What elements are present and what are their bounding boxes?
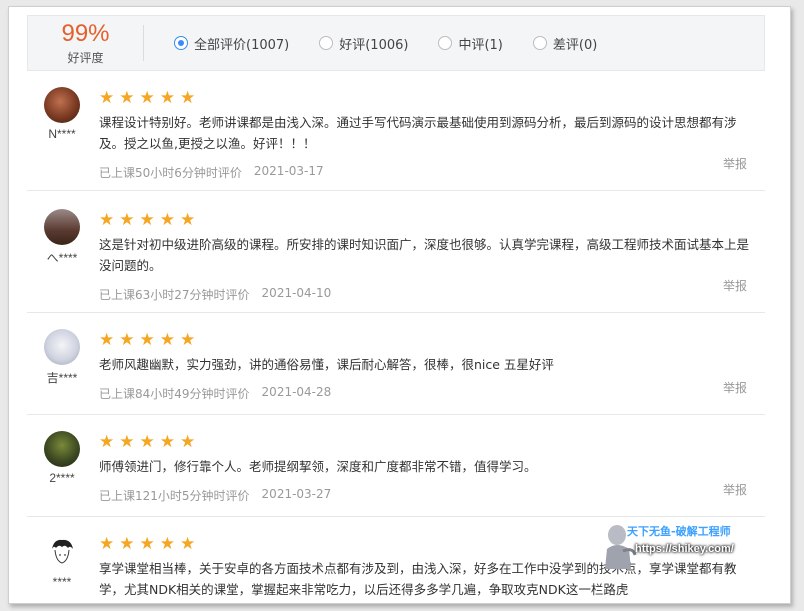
review-panel: 99% 好评度 全部评价(1007) 好评(1006) 中评(1) 差评(0) [8, 6, 791, 604]
star-icon: ★ [99, 432, 115, 452]
review-text: 这是针对初中级进阶高级的课程。所安排的课时知识面广，深度也很够。认真学完课程，高… [99, 237, 750, 273]
star-icon: ★ [180, 88, 196, 108]
study-time: 已上课50小时6分钟时评价 [99, 166, 242, 180]
review-filters: 全部评价(1007) 好评(1006) 中评(1) 差评(0) [174, 34, 627, 53]
review-text: 课程设计特别好。老师讲课都是由浅入深。通过手写代码演示最基础使用到源码分析，最后… [99, 115, 737, 151]
radio-icon[interactable] [319, 36, 334, 50]
rating-score: 99% 好评度 [28, 19, 143, 66]
radio-icon[interactable] [438, 36, 453, 50]
filter-neutral[interactable]: 中评(1) [438, 34, 503, 53]
star-icon: ★ [159, 210, 175, 230]
review-text: 师傅领进门，修行靠个人。老师提纲挈领，深度和广度都非常不错，值得学习。 [99, 459, 537, 474]
star-icon: ★ [159, 88, 175, 108]
star-icon: ★ [180, 210, 196, 230]
review-item: 吉**** ★ ★ ★ ★ ★ 老师风趣幽默，实力强劲，讲的通俗易懂，课后耐心解答，很棒… [27, 313, 765, 415]
username: へ**** [46, 251, 78, 265]
star-icon: ★ [159, 432, 175, 452]
star-rating: ★ ★ ★ ★ ★ [99, 331, 749, 349]
star-icon: ★ [180, 534, 196, 554]
filter-label: 差评(0) [552, 37, 598, 53]
username: 2**** [49, 471, 75, 485]
review-date: 2021-04-28 [261, 385, 332, 399]
rating-percent: 99% [61, 19, 110, 47]
review-meta: 已上课84小时49分钟时评价 2021-04-28 [99, 385, 749, 402]
star-icon: ★ [159, 330, 175, 350]
star-rating: ★ ★ ★ ★ ★ [99, 89, 749, 107]
username: 吉**** [46, 371, 78, 385]
review-content: ★ ★ ★ ★ ★ 课程设计特别好。老师讲课都是由浅入深。通过手写代码演示最基础使用到源… [99, 89, 749, 181]
rating-summary-bar: 99% 好评度 全部评价(1007) 好评(1006) 中评(1) 差评(0) [27, 15, 765, 71]
star-icon: ★ [180, 432, 196, 452]
review-item: へ**** ★ ★ ★ ★ ★ 这是针对初中级进阶高级的课程。所安排的课时知识面广，深度… [27, 191, 765, 313]
filter-label: 全部评价(1007) [194, 37, 290, 53]
report-link[interactable]: 举报 [723, 379, 747, 396]
star-icon: ★ [139, 88, 155, 108]
report-link[interactable]: 举报 [723, 155, 747, 172]
reviewer: 吉**** [27, 329, 97, 386]
review-content: ★ ★ ★ ★ ★ 老师风趣幽默，实力强劲，讲的通俗易懂，课后耐心解答，很棒，很nice… [99, 331, 749, 402]
filter-label: 好评(1006) [339, 37, 409, 53]
star-icon: ★ [139, 330, 155, 350]
star-rating: ★ ★ ★ ★ ★ [99, 433, 749, 451]
report-link[interactable]: 举报 [723, 481, 747, 498]
divider [143, 25, 144, 61]
rating-label: 好评度 [67, 50, 104, 65]
star-icon: ★ [119, 210, 135, 230]
review-meta: 已上课121小时5分钟时评价 2021-03-27 [99, 487, 749, 504]
sketch-avatar-icon [52, 539, 73, 564]
star-icon: ★ [159, 534, 175, 554]
star-icon: ★ [139, 432, 155, 452]
username: N**** [48, 127, 76, 141]
report-link[interactable]: 举报 [723, 277, 747, 294]
star-icon: ★ [139, 534, 155, 554]
filter-positive[interactable]: 好评(1006) [319, 34, 408, 53]
avatar[interactable] [44, 329, 80, 365]
star-icon: ★ [119, 88, 135, 108]
star-icon: ★ [119, 534, 135, 554]
watermark: 天下无鱼-破解工程师 https://shikey.com/ [601, 519, 771, 575]
star-icon: ★ [139, 210, 155, 230]
avatar[interactable] [44, 535, 80, 571]
reviewer: N**** [27, 87, 97, 141]
study-time: 已上课84小时49分钟时评价 [99, 387, 250, 401]
review-content: ★ ★ ★ ★ ★ 这是针对初中级进阶高级的课程。所安排的课时知识面广，深度也很够。认真… [99, 211, 749, 303]
star-icon: ★ [119, 432, 135, 452]
review-item: N**** ★ ★ ★ ★ ★ 课程设计特别好。老师讲课都是由浅入深。通过手写代码演示最… [27, 77, 765, 191]
star-icon: ★ [99, 534, 115, 554]
star-icon: ★ [99, 88, 115, 108]
reviewer: **** [27, 535, 97, 589]
star-icon: ★ [180, 330, 196, 350]
username: **** [52, 575, 72, 589]
watermark-title: 天下无鱼-破解工程师 [627, 525, 731, 538]
review-text: 老师风趣幽默，实力强劲，讲的通俗易懂，课后耐心解答，很棒，很nice 五星好评 [99, 357, 554, 372]
review-date: 2021-03-17 [253, 164, 324, 178]
star-icon: ★ [99, 330, 115, 350]
star-rating: ★ ★ ★ ★ ★ [99, 211, 749, 229]
star-icon: ★ [119, 330, 135, 350]
avatar[interactable] [44, 87, 80, 123]
avatar[interactable] [44, 431, 80, 467]
study-time: 已上课121小时5分钟时评价 [99, 489, 250, 503]
filter-label: 中评(1) [458, 37, 503, 53]
radio-icon[interactable] [532, 36, 547, 50]
watermark-url: https://shikey.com/ [635, 543, 734, 555]
filter-negative[interactable]: 差评(0) [532, 34, 598, 53]
review-date: 2021-03-27 [261, 487, 332, 501]
reviewer: へ**** [27, 209, 97, 266]
review-date: 2021-04-10 [261, 286, 332, 300]
radio-checked-icon[interactable] [174, 36, 188, 50]
reviewer: 2**** [27, 431, 97, 485]
review-content: ★ ★ ★ ★ ★ 师傅领进门，修行靠个人。老师提纲挈领，深度和广度都非常不错，值得学习… [99, 433, 749, 504]
review-meta: 已上课50小时6分钟时评价 2021-03-17 [99, 164, 749, 181]
avatar[interactable] [44, 209, 80, 245]
review-meta: 已上课63小时27分钟时评价 2021-04-10 [99, 286, 749, 303]
study-time: 已上课63小时27分钟时评价 [99, 288, 250, 302]
star-icon: ★ [99, 210, 115, 230]
filter-all[interactable]: 全部评价(1007) [174, 34, 289, 53]
review-item: 2**** ★ ★ ★ ★ ★ 师傅领进门，修行靠个人。老师提纲挈领，深度和广度都非常不… [27, 415, 765, 517]
